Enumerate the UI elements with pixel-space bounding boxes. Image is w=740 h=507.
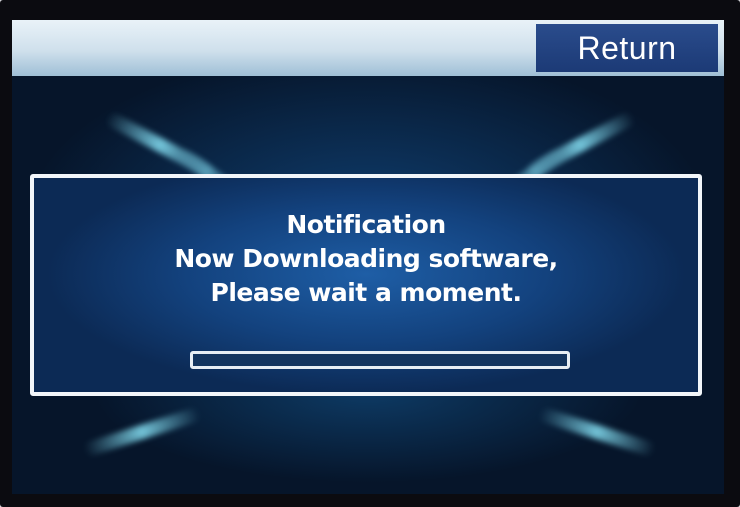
display-screen: Return Notification Now Downloading soft… — [12, 20, 724, 494]
download-progress-bar — [190, 351, 570, 369]
notification-dialog: Notification Now Downloading software, P… — [30, 174, 702, 396]
return-button[interactable]: Return — [536, 24, 718, 72]
glow-streak-bottom-left — [82, 406, 202, 458]
glow-streak-bottom-right — [537, 406, 657, 458]
notification-title: Notification — [286, 210, 446, 239]
device-bezel: Return Notification Now Downloading soft… — [0, 0, 740, 507]
notification-message-line-1: Now Downloading software, — [174, 244, 558, 273]
top-bar: Return — [12, 20, 724, 76]
notification-message-line-2: Please wait a moment. — [210, 278, 523, 307]
